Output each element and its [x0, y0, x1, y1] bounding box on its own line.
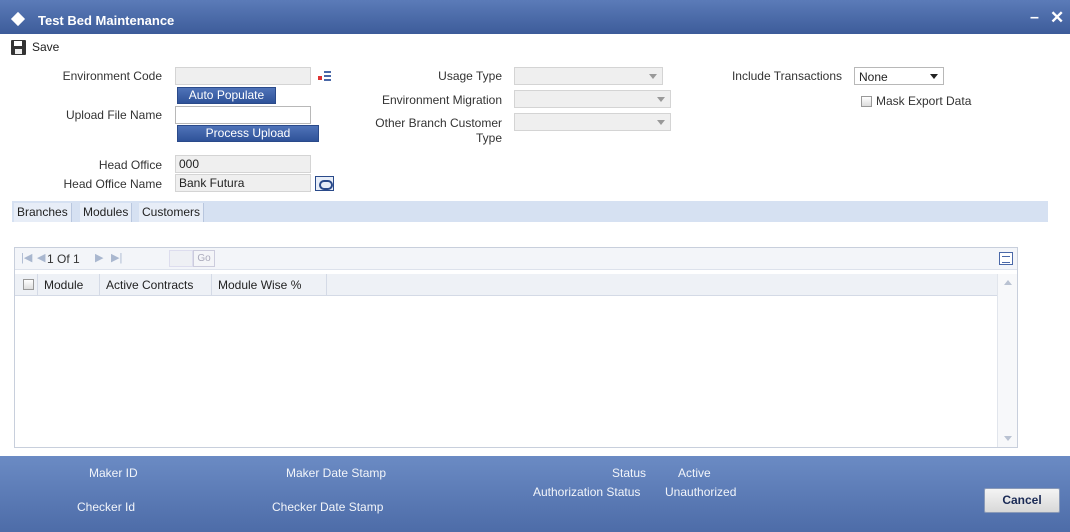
mask-export-data-checkbox[interactable] [861, 96, 872, 107]
save-button[interactable]: Save [11, 38, 59, 56]
column-settings-icon[interactable] [999, 252, 1013, 265]
grid-pager: |◀ ◀ 1 Of 1 ▶ ▶| Go [15, 248, 1017, 270]
maker-id-label: Maker ID [89, 466, 138, 480]
tab-modules[interactable]: Modules [80, 203, 133, 222]
select-all-checkbox[interactable] [23, 279, 34, 290]
maker-date-stamp-label: Maker Date Stamp [286, 466, 387, 480]
close-icon[interactable]: ✕ [1050, 9, 1064, 26]
modules-grid: |◀ ◀ 1 Of 1 ▶ ▶| Go Module Active Contra… [14, 247, 1018, 448]
include-transactions-label: Include Transactions [731, 69, 842, 83]
environment-migration-label: Environment Migration [381, 93, 502, 107]
tab-branches[interactable]: Branches [14, 203, 72, 222]
scroll-up-icon[interactable] [1004, 280, 1012, 285]
minimize-icon[interactable]: – [1030, 10, 1039, 26]
other-branch-customer-type-label-2: Type [475, 131, 502, 145]
go-button[interactable]: Go [193, 250, 215, 267]
authorization-status-label: Authorization Status [533, 485, 641, 499]
environment-migration-select[interactable] [514, 90, 671, 108]
floppy-disk-icon [11, 39, 26, 55]
auto-populate-button[interactable]: Auto Populate [177, 87, 276, 104]
column-header-module[interactable]: Module [37, 274, 99, 296]
usage-type-label: Usage Type [438, 69, 502, 83]
checker-id-label: Checker Id [77, 500, 136, 514]
upload-file-name-label: Upload File Name [65, 108, 162, 122]
column-header-module-wise-percent[interactable]: Module Wise % [211, 274, 327, 296]
head-office-name-label: Head Office Name [63, 177, 163, 191]
head-office-label: Head Office [98, 158, 162, 172]
vertical-scrollbar[interactable] [997, 274, 1017, 447]
window-title: Test Bed Maintenance [38, 13, 175, 28]
status-label: Status [612, 466, 647, 480]
page-number-input[interactable] [169, 250, 193, 267]
save-label: Save [32, 40, 60, 54]
scroll-down-icon[interactable] [1004, 436, 1012, 441]
other-branch-customer-type-select[interactable] [514, 113, 671, 131]
window-titlebar: Test Bed Maintenance – ✕ [0, 0, 1070, 34]
status-value: Active [678, 466, 711, 480]
mask-export-data-label: Mask Export Data [876, 94, 972, 108]
chevron-down-icon [657, 120, 665, 125]
last-page-icon[interactable]: ▶| [111, 253, 122, 264]
authorization-status-value: Unauthorized [665, 485, 737, 499]
usage-type-select[interactable] [514, 67, 663, 85]
grid-header: Module Active Contracts Module Wise % [15, 274, 997, 296]
include-transactions-value: None [859, 70, 888, 84]
audit-footer: Maker ID Maker Date Stamp Checker Id Che… [0, 456, 1070, 532]
other-branch-customer-type-label: Other Branch Customer [375, 116, 502, 130]
tab-bar: Branches Modules Customers [12, 201, 1048, 222]
chevron-down-icon [649, 74, 657, 79]
tab-customers[interactable]: Customers [139, 203, 205, 222]
upload-file-name-input[interactable] [175, 106, 311, 124]
cancel-button[interactable]: Cancel [984, 488, 1060, 513]
include-transactions-select[interactable]: None [854, 67, 944, 85]
chevron-down-icon [930, 74, 938, 79]
next-page-icon[interactable]: ▶ [95, 253, 103, 264]
refresh-icon[interactable] [315, 176, 334, 191]
head-office-name-input[interactable]: Bank Futura [175, 174, 311, 192]
process-upload-button[interactable]: Process Upload [177, 125, 319, 142]
environment-code-input[interactable] [175, 67, 311, 85]
head-office-input[interactable]: 000 [175, 155, 311, 173]
checker-date-stamp-label: Checker Date Stamp [272, 500, 384, 514]
environment-code-label: Environment Code [62, 69, 162, 83]
first-page-icon[interactable]: |◀ [21, 253, 32, 264]
previous-page-icon[interactable]: ◀ [37, 253, 45, 264]
column-header-active-contracts[interactable]: Active Contracts [99, 274, 211, 296]
chevron-down-icon [657, 97, 665, 102]
app-diamond-icon [10, 11, 26, 27]
page-indicator: 1 Of 1 [47, 252, 80, 266]
list-of-values-icon[interactable] [315, 69, 333, 83]
